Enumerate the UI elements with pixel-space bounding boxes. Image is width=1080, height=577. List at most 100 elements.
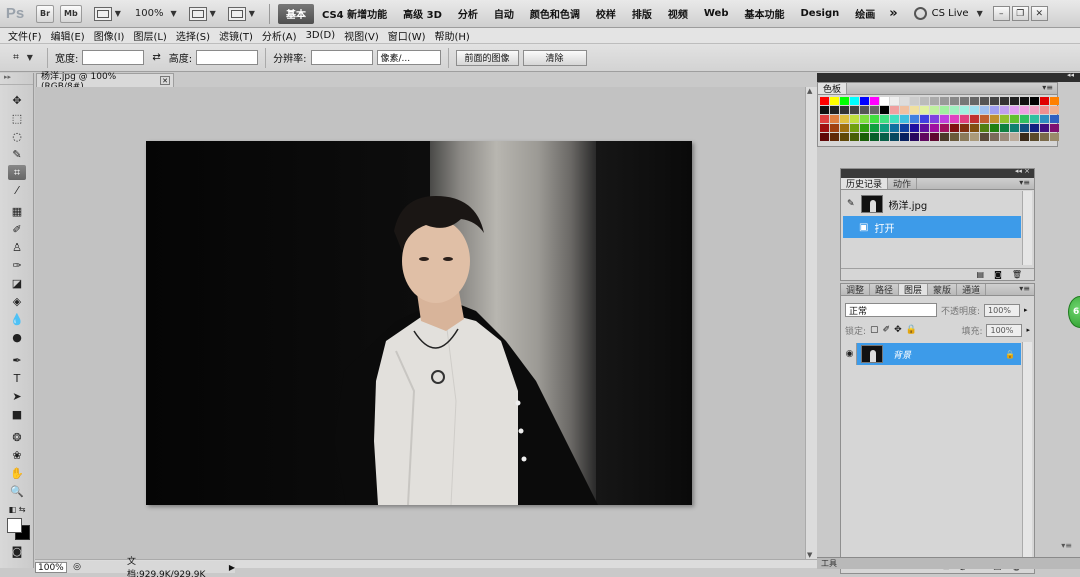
- lock-pixels-icon[interactable]: ✐: [883, 325, 891, 335]
- swatch[interactable]: [890, 115, 899, 123]
- menu-edit[interactable]: 编辑(E): [51, 28, 85, 43]
- chevron-right-icon[interactable]: ▸: [1024, 306, 1028, 314]
- swatch[interactable]: [990, 115, 999, 123]
- swatch[interactable]: [1000, 124, 1009, 132]
- swatch[interactable]: [1030, 124, 1039, 132]
- swatch[interactable]: [910, 97, 919, 105]
- swatch[interactable]: [840, 133, 849, 141]
- swatch[interactable]: [940, 133, 949, 141]
- blur-tool-icon[interactable]: 💧: [8, 312, 26, 327]
- swatch[interactable]: [920, 115, 929, 123]
- spot-healing-tool-icon[interactable]: ▦: [8, 204, 26, 219]
- swatch[interactable]: [820, 115, 829, 123]
- swatch[interactable]: [950, 97, 959, 105]
- tab-history[interactable]: 历史记录: [841, 178, 889, 190]
- swatch[interactable]: [1050, 106, 1059, 114]
- swatch[interactable]: [840, 115, 849, 123]
- resolution-unit-select[interactable]: 像素/...: [376, 50, 441, 65]
- menu-filter[interactable]: 滤镜(T): [219, 28, 253, 43]
- swatch[interactable]: [1020, 133, 1029, 141]
- swatch[interactable]: [1000, 115, 1009, 123]
- swatch[interactable]: [890, 133, 899, 141]
- swatch[interactable]: [860, 133, 869, 141]
- swatch[interactable]: [840, 106, 849, 114]
- dock-collapse-bar[interactable]: [817, 71, 1080, 82]
- chevron-down-icon[interactable]: ▼: [210, 9, 216, 18]
- pen-tool-icon[interactable]: ✒: [8, 353, 26, 368]
- workspace-tab[interactable]: 分析: [450, 4, 486, 24]
- swatch[interactable]: [980, 115, 989, 123]
- menu-image[interactable]: 图像(I): [94, 28, 125, 43]
- swatch[interactable]: [980, 97, 989, 105]
- swatch[interactable]: [900, 106, 909, 114]
- swatch[interactable]: [910, 106, 919, 114]
- swatch[interactable]: [850, 124, 859, 132]
- width-input[interactable]: [82, 50, 145, 65]
- swatch[interactable]: [1020, 97, 1029, 105]
- tool-preset-picker[interactable]: ⌗ ▼: [6, 48, 40, 68]
- swatch[interactable]: [880, 97, 889, 105]
- bottom-dock[interactable]: 工具: [817, 557, 1080, 569]
- swatch[interactable]: [1040, 124, 1049, 132]
- workspace-tab[interactable]: Web: [696, 4, 737, 24]
- menu-3d[interactable]: 3D(D): [306, 30, 336, 41]
- workspace-tab[interactable]: 基本功能: [737, 4, 793, 24]
- chevron-right-icon[interactable]: ▶: [229, 563, 235, 572]
- swatch[interactable]: [930, 97, 939, 105]
- swatch[interactable]: [960, 133, 969, 141]
- view-extras-icon[interactable]: [93, 6, 112, 21]
- eyedropper-tool-icon[interactable]: ⁄: [8, 183, 26, 198]
- swatch[interactable]: [900, 115, 909, 123]
- swatch[interactable]: [1040, 133, 1049, 141]
- visibility-eye-icon[interactable]: ◉: [843, 343, 857, 365]
- swatch[interactable]: [930, 133, 939, 141]
- hand-tool-icon[interactable]: ✋: [8, 466, 26, 481]
- zoom-tool-icon[interactable]: 🔍: [8, 484, 26, 499]
- minimize-icon[interactable]: –: [992, 6, 1010, 21]
- swatch[interactable]: [930, 115, 939, 123]
- arrange-documents-icon[interactable]: [188, 6, 207, 21]
- screen-mode-icon[interactable]: [227, 6, 246, 21]
- dodge-tool-icon[interactable]: ●: [8, 330, 26, 345]
- status-icon[interactable]: ◎: [73, 562, 81, 572]
- swatch[interactable]: [930, 124, 939, 132]
- brush-source-icon[interactable]: ✎: [847, 199, 855, 209]
- menu-help[interactable]: 帮助(H): [435, 28, 470, 43]
- swatch[interactable]: [920, 124, 929, 132]
- tab-channels[interactable]: 通道: [957, 284, 987, 296]
- swatch[interactable]: [910, 124, 919, 132]
- swatch[interactable]: [1010, 124, 1019, 132]
- swatch[interactable]: [880, 124, 889, 132]
- chevron-right-icon[interactable]: ▸: [1026, 326, 1030, 334]
- swatch[interactable]: [990, 133, 999, 141]
- chevron-down-icon[interactable]: ▼: [249, 9, 255, 18]
- swatch[interactable]: [960, 124, 969, 132]
- menu-window[interactable]: 窗口(W): [388, 28, 426, 43]
- lock-all-icon[interactable]: 🔒: [906, 325, 917, 335]
- history-brush-tool-icon[interactable]: ✑: [8, 258, 26, 273]
- swatch[interactable]: [960, 97, 969, 105]
- swatch[interactable]: [940, 97, 949, 105]
- lock-transparency-icon[interactable]: ▢: [870, 325, 879, 335]
- menu-analysis[interactable]: 分析(A): [262, 28, 297, 43]
- swatch[interactable]: [820, 97, 829, 105]
- swatch[interactable]: [940, 115, 949, 123]
- swatch[interactable]: [850, 106, 859, 114]
- swatch[interactable]: [860, 115, 869, 123]
- workspace-tab[interactable]: 高级 3D: [395, 4, 450, 24]
- tab-paths[interactable]: 路径: [870, 284, 900, 296]
- swatch[interactable]: [1010, 133, 1019, 141]
- paint-bucket-tool-icon[interactable]: ◈: [8, 294, 26, 309]
- panel-menu-icon[interactable]: ▾≡: [1042, 83, 1053, 92]
- layer-name[interactable]: 背景: [893, 348, 911, 361]
- default-colors-icon[interactable]: ◧ ⇆: [8, 502, 26, 517]
- swatch[interactable]: [980, 124, 989, 132]
- tools-panel-header[interactable]: ▸▸: [0, 73, 33, 85]
- swatch[interactable]: [920, 97, 929, 105]
- close-icon[interactable]: ✕: [160, 76, 170, 85]
- swatch[interactable]: [940, 124, 949, 132]
- swatch[interactable]: [1040, 115, 1049, 123]
- lasso-tool-icon[interactable]: ◌: [8, 129, 26, 144]
- swatch[interactable]: [990, 106, 999, 114]
- swatch[interactable]: [880, 115, 889, 123]
